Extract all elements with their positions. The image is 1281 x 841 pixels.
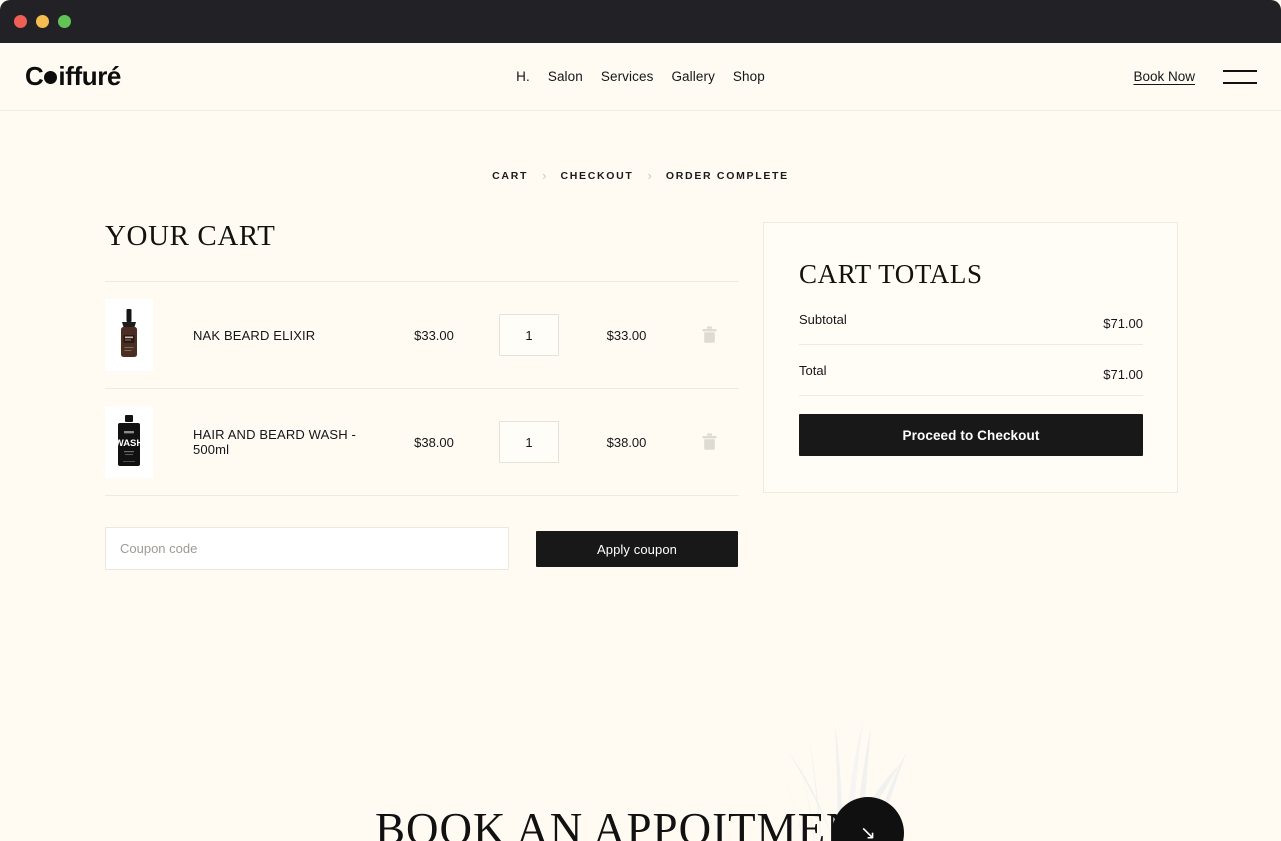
trash-icon[interactable] bbox=[702, 326, 717, 344]
cart-totals-column: CART TOTALS Subtotal $71.00 Total $71.00… bbox=[763, 222, 1178, 493]
total-label: Total bbox=[799, 363, 827, 378]
breadcrumb: CART › CHECKOUT › ORDER COMPLETE bbox=[0, 169, 1281, 182]
site-logo[interactable]: Ciffuré bbox=[25, 61, 121, 92]
subtotal-value: $71.00 bbox=[1103, 316, 1143, 331]
page-viewport: Ciffuré H. Salon Services Gallery Shop B… bbox=[0, 43, 1281, 841]
nav-item-gallery[interactable]: Gallery bbox=[671, 69, 714, 84]
product-price: $33.00 bbox=[414, 327, 454, 343]
beard-elixir-bottle-icon bbox=[105, 299, 153, 371]
breadcrumb-step-checkout[interactable]: CHECKOUT bbox=[560, 170, 633, 182]
trash-icon[interactable] bbox=[702, 433, 717, 451]
logo-dot-icon bbox=[44, 71, 58, 84]
header-actions: Book Now bbox=[1133, 69, 1257, 84]
quantity-cell bbox=[484, 421, 574, 463]
coupon-code-input[interactable] bbox=[105, 527, 509, 570]
product-subtotal: $38.00 bbox=[606, 434, 647, 450]
coupon-row: Apply coupon bbox=[105, 527, 739, 570]
proceed-to-checkout-button[interactable]: Proceed to Checkout bbox=[799, 414, 1143, 456]
nav-item-salon[interactable]: Salon bbox=[548, 69, 583, 84]
table-row: NAK BEARD ELIXIR $33.00 $33.00 bbox=[105, 282, 739, 389]
hair-beard-wash-bottle-icon: WASH bbox=[105, 406, 153, 478]
breadcrumb-step-cart[interactable]: CART bbox=[492, 170, 528, 182]
book-now-link[interactable]: Book Now bbox=[1133, 69, 1195, 84]
total-row: Total $71.00 bbox=[799, 345, 1143, 396]
main-nav: H. Salon Services Gallery Shop bbox=[516, 69, 765, 84]
hamburger-line-top bbox=[1223, 69, 1257, 72]
logo-text-after: iffuré bbox=[58, 61, 121, 91]
window-maximize-button[interactable] bbox=[58, 15, 71, 28]
quantity-input[interactable] bbox=[499, 421, 559, 463]
remove-cell bbox=[679, 326, 739, 344]
remove-cell bbox=[679, 433, 739, 451]
apply-coupon-button[interactable]: Apply coupon bbox=[536, 531, 738, 567]
subtotal-row: Subtotal $71.00 bbox=[799, 312, 1143, 345]
nav-item-services[interactable]: Services bbox=[601, 69, 654, 84]
subtotal-label: Subtotal bbox=[799, 312, 847, 327]
hamburger-line-bottom bbox=[1223, 81, 1257, 84]
quantity-cell bbox=[484, 314, 574, 356]
product-name[interactable]: HAIR AND BEARD WASH - 500ml bbox=[193, 427, 384, 457]
product-thumbnail-beard-elixir[interactable] bbox=[105, 299, 153, 371]
window-titlebar bbox=[0, 0, 1281, 43]
cart-page-main: YOUR CART NAK BEARD ELIXIR $33.00 1 $33.… bbox=[0, 220, 1281, 570]
hamburger-menu-icon[interactable] bbox=[1223, 69, 1257, 84]
table-row: WASH HAIR AND BEARD WASH - 500ml $38.00 … bbox=[105, 389, 739, 496]
nav-item-shop[interactable]: Shop bbox=[733, 69, 765, 84]
breadcrumb-step-order-complete[interactable]: ORDER COMPLETE bbox=[666, 170, 789, 182]
svg-text:WASH: WASH bbox=[115, 438, 144, 449]
product-price: $38.00 bbox=[414, 434, 454, 450]
book-appointment-section: BOOK AN APPOITMENT ↘ bbox=[0, 691, 1281, 841]
arrow-down-right-icon: ↘ bbox=[860, 822, 876, 841]
site-header: Ciffuré H. Salon Services Gallery Shop B… bbox=[0, 43, 1281, 111]
product-name[interactable]: NAK BEARD ELIXIR bbox=[193, 328, 384, 343]
quantity-input[interactable] bbox=[499, 314, 559, 356]
page-title: YOUR CART bbox=[105, 220, 276, 252]
chevron-right-icon: › bbox=[542, 168, 547, 183]
product-thumbnail-hair-beard-wash[interactable]: WASH bbox=[105, 406, 153, 478]
nav-item-home[interactable]: H. bbox=[516, 69, 530, 84]
chevron-right-icon: › bbox=[647, 168, 652, 183]
cart-totals-panel: CART TOTALS Subtotal $71.00 Total $71.00… bbox=[763, 222, 1178, 493]
window-close-button[interactable] bbox=[14, 15, 27, 28]
product-subtotal: $33.00 bbox=[606, 327, 647, 343]
window-minimize-button[interactable] bbox=[36, 15, 49, 28]
appointment-title: BOOK AN APPOITMENT bbox=[375, 804, 889, 841]
browser-window: Ciffuré H. Salon Services Gallery Shop B… bbox=[0, 0, 1281, 841]
logo-text-before: C bbox=[25, 61, 44, 91]
total-value: $71.00 bbox=[1103, 367, 1143, 382]
cart-totals-title: CART TOTALS bbox=[799, 259, 983, 289]
cart-column: YOUR CART NAK BEARD ELIXIR $33.00 1 $33.… bbox=[105, 220, 739, 570]
